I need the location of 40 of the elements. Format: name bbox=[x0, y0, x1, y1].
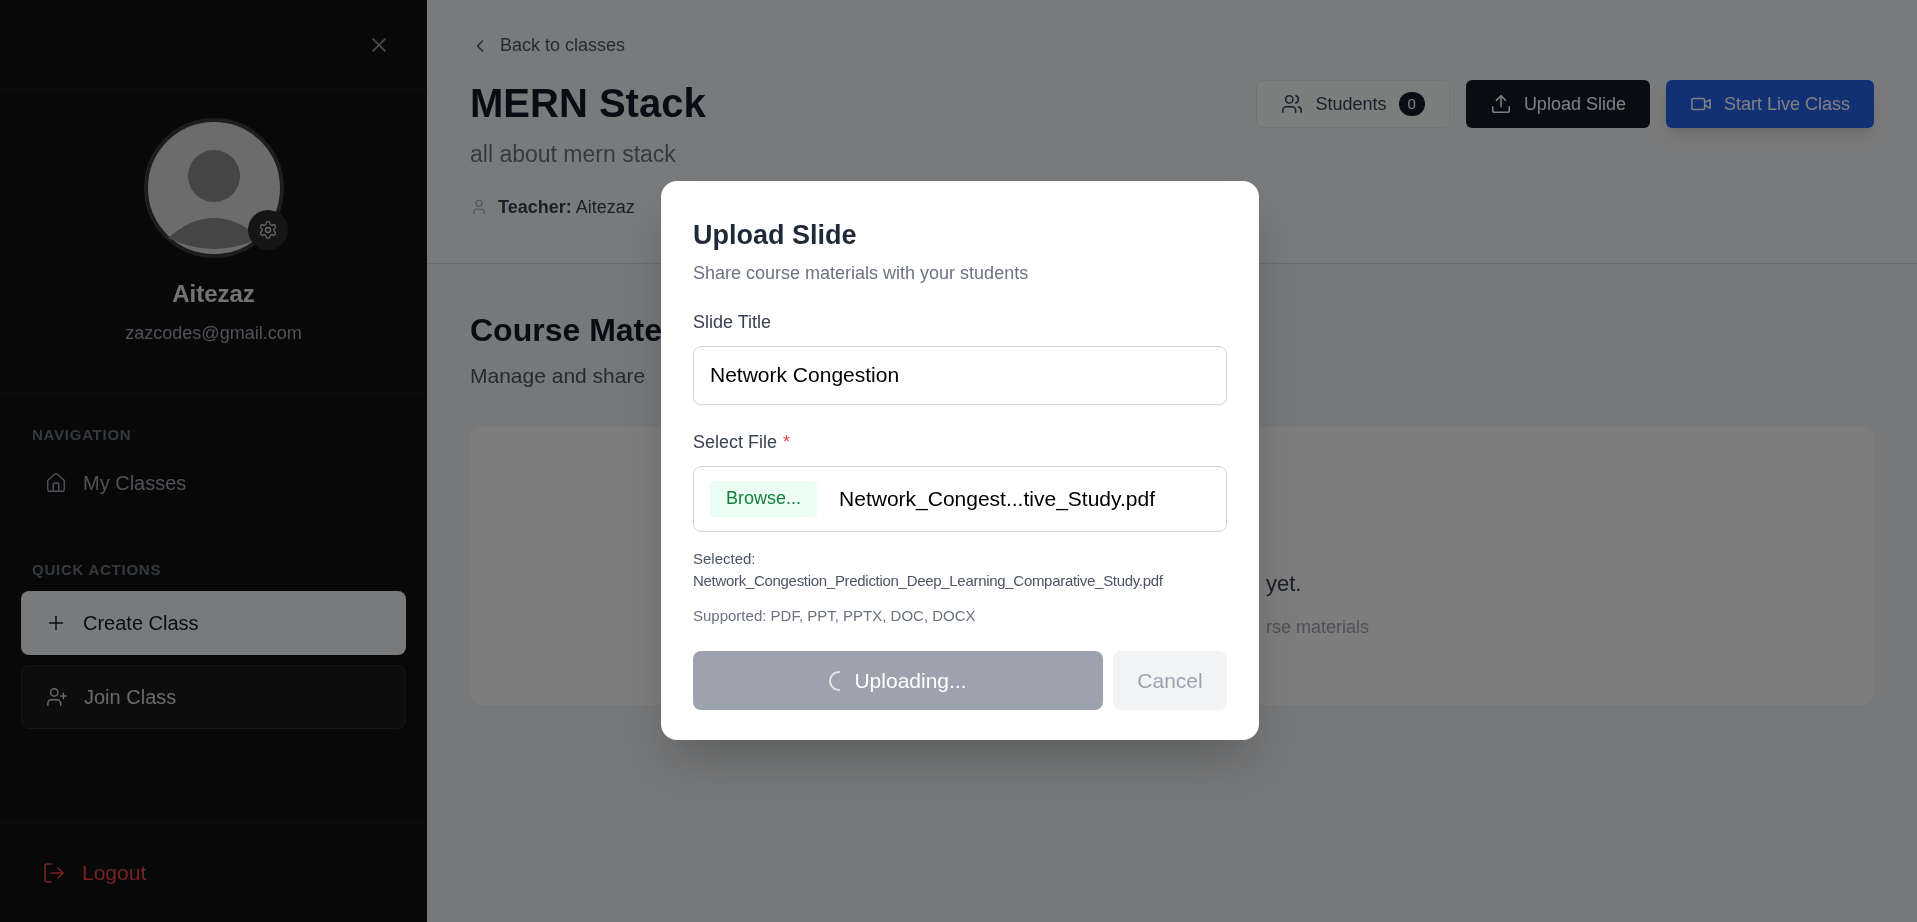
selected-file-name: Network_Congestion_Prediction_Deep_Learning_Comparative_Study.pdf bbox=[693, 571, 1164, 591]
user-name: Aitezaz bbox=[172, 279, 255, 309]
required-mark: * bbox=[783, 430, 791, 454]
upload-submit-button[interactable]: Uploading... bbox=[693, 651, 1103, 710]
browse-button[interactable]: Browse... bbox=[710, 480, 818, 517]
action-button[interactable]: Join Class bbox=[21, 665, 406, 729]
spinner-icon bbox=[829, 670, 841, 691]
dialog-subtitle: Share course materials with your students bbox=[693, 261, 1030, 285]
empty-message: yet. bbox=[1266, 570, 1303, 598]
live-class-button[interactable]: Start Live Class bbox=[1665, 80, 1874, 128]
action-button[interactable]: Create Class bbox=[21, 591, 406, 655]
count-badge: 0 bbox=[1398, 92, 1425, 116]
field-label: Select File bbox=[693, 430, 778, 454]
user-plus-icon bbox=[46, 686, 68, 708]
user-icon bbox=[470, 198, 488, 216]
field-label: Slide Title bbox=[693, 310, 773, 334]
class-title: MERN Stack bbox=[470, 80, 706, 127]
students-button[interactable]: Students 0 bbox=[1256, 80, 1450, 128]
section-heading: NAVIGATION bbox=[31, 425, 133, 445]
logout-icon bbox=[42, 860, 66, 885]
class-description: all about mern stack bbox=[470, 140, 677, 169]
file-input[interactable]: Browse... Network_Congest...tive_Study.pdf bbox=[693, 465, 1227, 532]
selected-label: Selected: bbox=[693, 548, 757, 569]
house-icon bbox=[45, 471, 67, 494]
title-input[interactable]: Network Congestion bbox=[693, 345, 1227, 405]
section-title: Course Mate bbox=[470, 310, 663, 350]
settings-icon bbox=[257, 220, 278, 240]
upload-button[interactable]: Upload Slide bbox=[1465, 80, 1650, 128]
file-name: Network_Congest...tive_Study.pdf bbox=[839, 485, 1155, 513]
supported-formats: Supported: PDF, PPT, PPTX, DOC, DOCX bbox=[693, 605, 977, 626]
logout-button[interactable]: Logout bbox=[42, 856, 147, 889]
user-email: zazcodes@gmail.com bbox=[125, 322, 302, 345]
section-subtitle: Manage and share bbox=[470, 362, 646, 389]
back-link[interactable]: Back to classes bbox=[470, 32, 706, 59]
section-heading: QUICK ACTIONS bbox=[31, 559, 163, 580]
dialog-title: Upload Slide bbox=[693, 219, 858, 252]
users-icon bbox=[1281, 93, 1304, 115]
nav-item[interactable]: My Classes bbox=[21, 456, 406, 509]
teacher-info: Teacher: Aitezaz bbox=[498, 195, 635, 219]
upload-icon bbox=[1489, 93, 1512, 115]
